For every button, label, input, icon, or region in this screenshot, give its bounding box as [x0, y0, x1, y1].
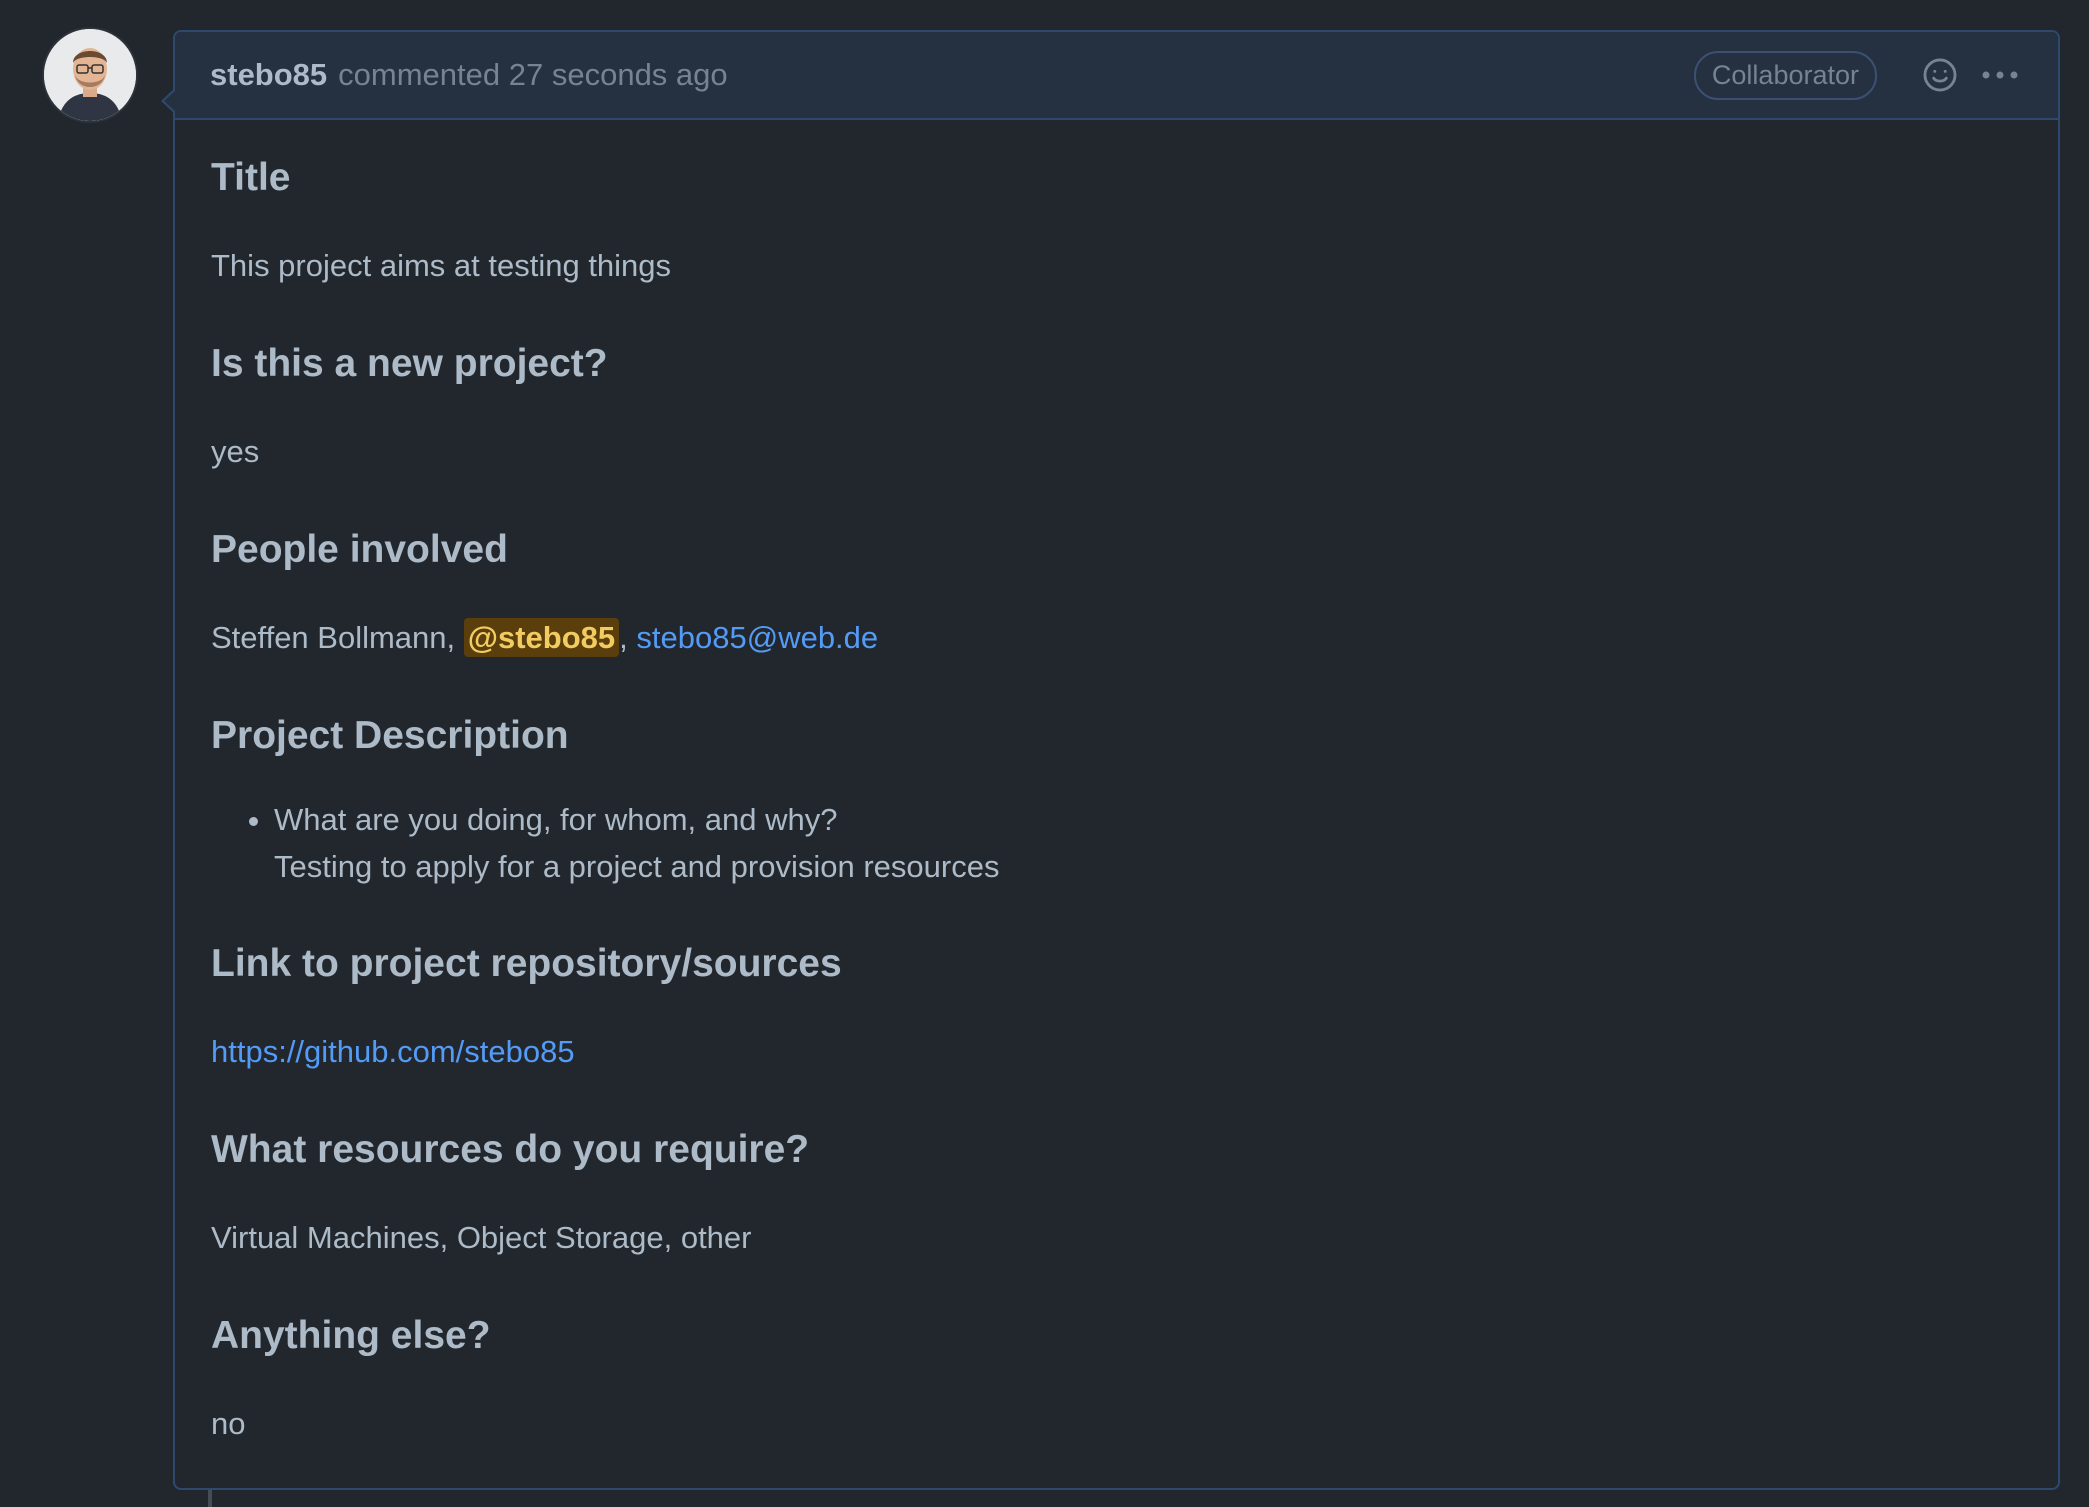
avatar[interactable]	[44, 29, 136, 121]
email-link[interactable]: stebo85@web.de	[636, 620, 878, 655]
separator: ,	[619, 620, 628, 655]
collaborator-badge: Collaborator	[1693, 50, 1877, 100]
section-heading-title: Title	[211, 156, 291, 199]
section-heading-people: People involved	[211, 528, 508, 571]
comment-timestamp[interactable]: commented 27 seconds ago	[338, 57, 727, 93]
section-answer-resources: Virtual Machines, Object Storage, other	[211, 1220, 752, 1255]
section-heading-resources: What resources do you require?	[211, 1128, 810, 1171]
section-heading-link: Link to project repository/sources	[211, 942, 842, 985]
comment-pointer	[161, 88, 176, 114]
repository-link[interactable]: https://github.com/stebo85	[211, 1034, 575, 1069]
section-heading-description: Project Description	[211, 714, 569, 757]
timeline-line	[208, 1490, 212, 1507]
issue-comment: stebo85 commented 27 seconds ago Collabo…	[161, 30, 2060, 1490]
smiley-icon[interactable]	[1917, 52, 1963, 98]
section-answer-link: https://github.com/stebo85	[211, 1028, 2022, 1076]
section-heading-new-project: Is this a new project?	[211, 342, 608, 385]
user-avatar-image	[44, 29, 136, 121]
list-item: What are you doing, for whom, and why? T…	[274, 796, 2022, 890]
comment-body: Title This project aims at testing thing…	[175, 120, 2058, 1448]
comment-author[interactable]: stebo85	[210, 57, 327, 93]
section-answer-new-project: yes	[211, 434, 260, 469]
section-answer-title: This project aims at testing things	[211, 248, 672, 283]
kebab-horizontal-icon[interactable]	[1977, 52, 2023, 98]
section-heading-anything-else: Anything else?	[211, 1314, 491, 1357]
section-answer-people: Steffen Bollmann, @stebo85, stebo85@web.…	[211, 614, 2022, 662]
bullet-answer: Testing to apply for a project and provi…	[274, 849, 1000, 884]
comment-header: stebo85 commented 27 seconds ago Collabo…	[161, 32, 2058, 120]
bullet-question: What are you doing, for whom, and why?	[274, 802, 838, 837]
person-name: Steffen Bollmann,	[211, 620, 456, 655]
user-mention[interactable]: @stebo85	[463, 618, 620, 657]
section-answer-anything-else: no	[211, 1406, 246, 1441]
section-answer-description: What are you doing, for whom, and why? T…	[211, 796, 2022, 890]
